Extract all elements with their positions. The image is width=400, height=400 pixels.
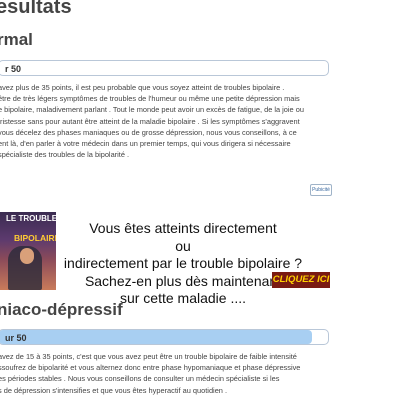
text-line: spécialiste des troubles de la bipolarit… [0,150,130,160]
score-label: ur 50 [5,333,27,343]
score-label: r 50 [5,64,22,74]
text-line: tristesse sans pour autant être atteint … [0,116,300,126]
text-line: avez de 15 à 35 points, c'est que vous a… [0,352,297,361]
result-description-maniaco: avez de 15 à 35 points, c'est que vous a… [0,351,334,396]
text-line: avez plus de 35 points, il est peu proba… [0,83,285,92]
text-line: être de très légers symptômes de trouble… [0,94,300,104]
score-bar-maniaco: ur 50 [0,329,329,345]
ad-text-line: Vous êtes atteints directement [89,220,277,236]
ad-image-text: BIPOLAIRE [14,233,56,243]
ad-text-line: indirectement par le trouble bipolaire ? [63,255,303,271]
ad-text-line: ou [175,237,191,254]
text-line: es périodes stables . Nous vous conseill… [0,374,280,384]
ad-text[interactable]: Vous êtes atteints directement ou indire… [58,220,308,308]
result-description-normal: avez plus de 35 points, il est peu proba… [0,82,334,160]
cta-button[interactable]: CLIQUEZ ICI [272,272,330,288]
ad-badge: Pubicité [310,184,332,196]
score-bar-normal: r 50 [0,60,329,76]
ad-image-text: LE TROUBLE [6,214,56,223]
section-heading-maniaco: niaco-dépressif [0,300,123,319]
text-line: vous décelez des phases maniaques ou de … [0,127,297,137]
text-line: e bipolaire, maladivement parlant . Tout… [0,105,304,115]
page-title: esultats [0,0,72,18]
text-line: ssoufrez de bipolarité et vous alternez … [0,363,301,373]
ad-image[interactable]: LE TROUBLE BIPOLAIRE [0,212,56,290]
ad-text-line: Sachez-en plus dès maintenant [84,272,282,289]
text-line: ent là, d'en parler à votre médecin dans… [0,138,291,148]
score-bar-fill [0,330,312,344]
person-face [20,248,34,264]
section-heading-normal: rmal [0,30,33,49]
text-line: s de dépression s'intensifies et que vou… [0,385,228,395]
